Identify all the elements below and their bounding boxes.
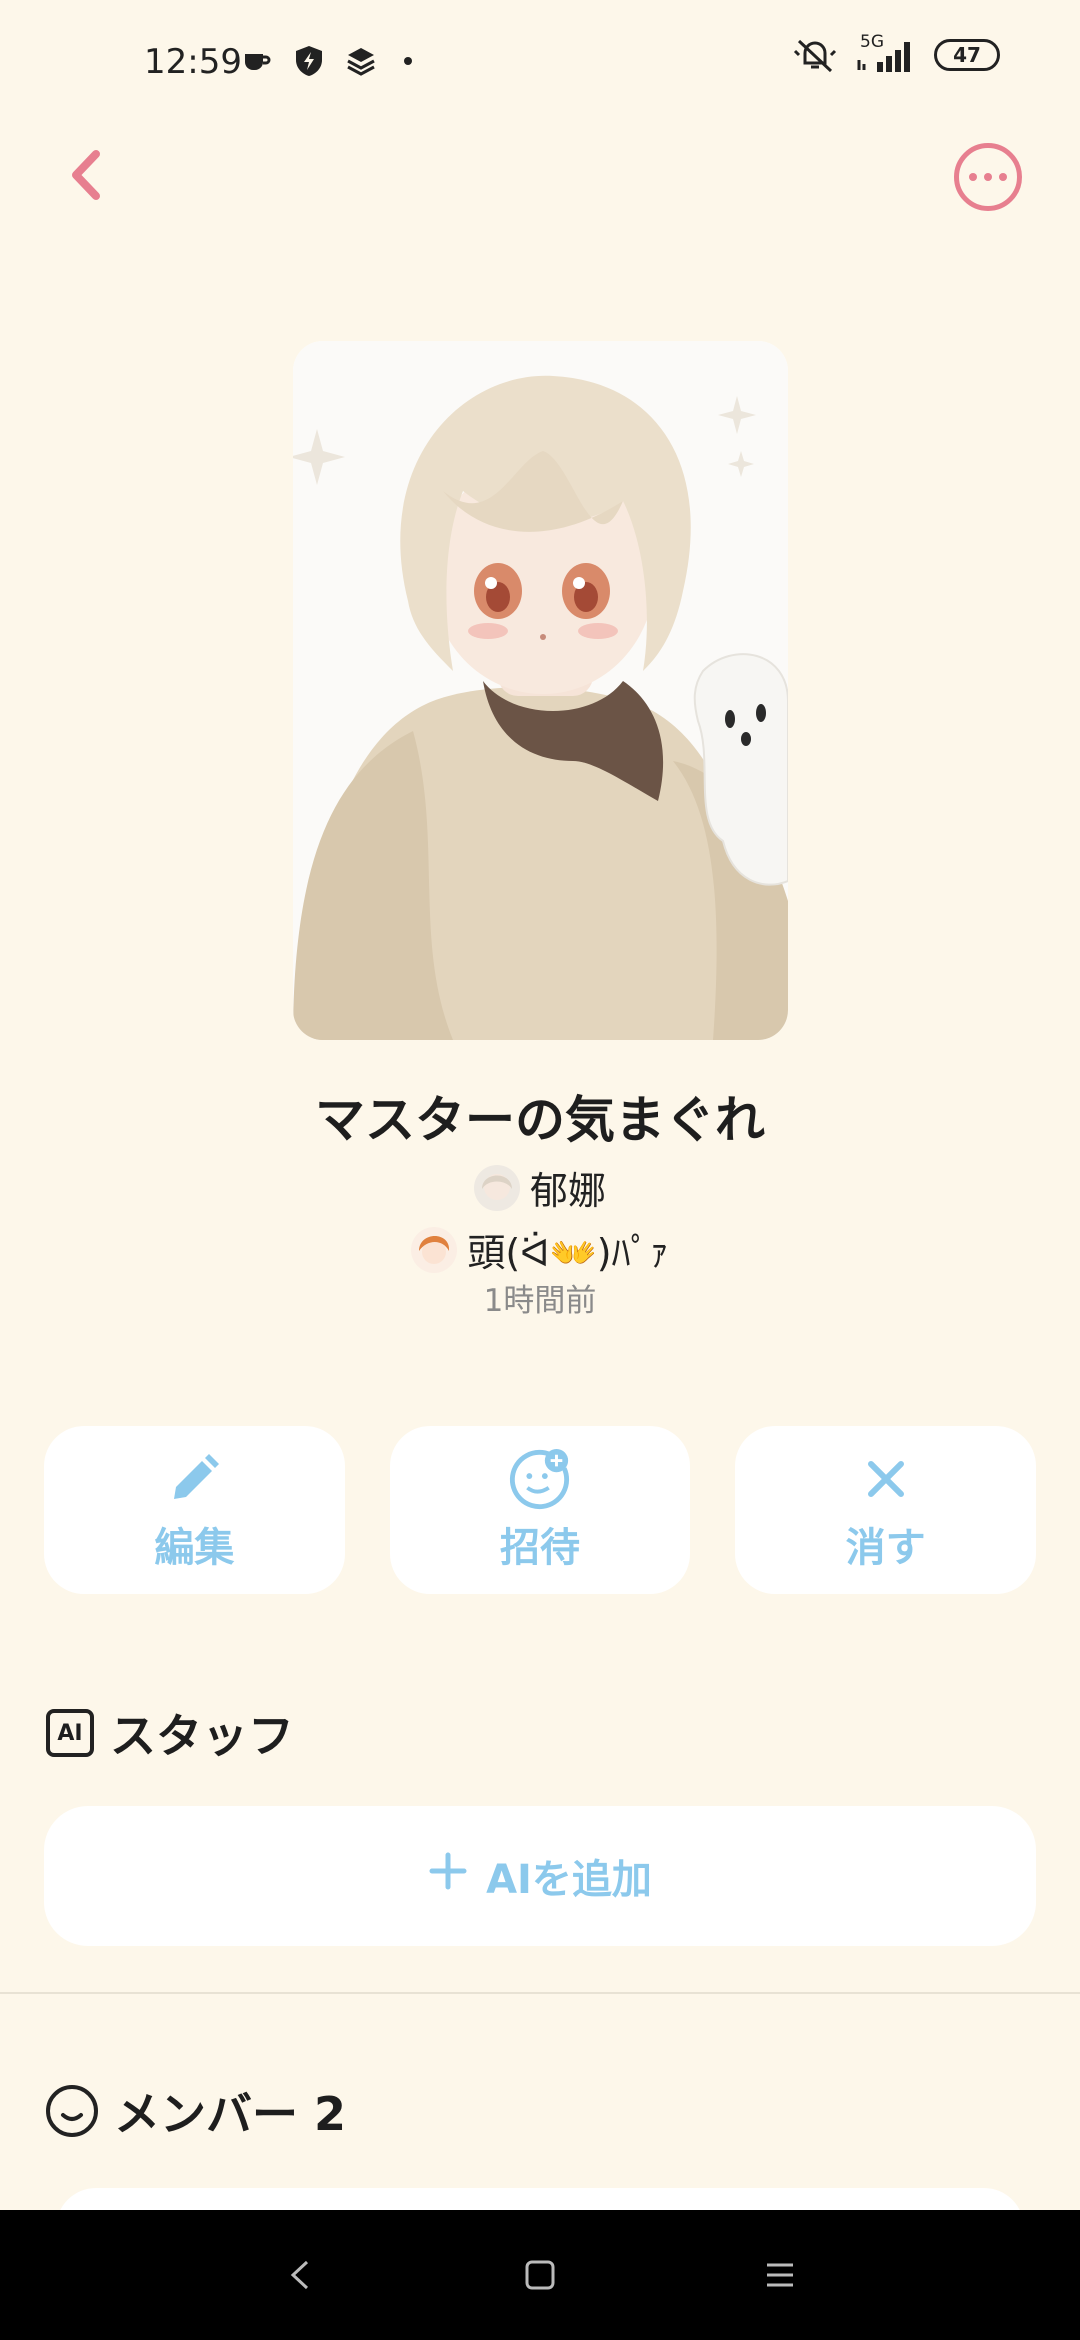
invite-button[interactable]: 招待 — [389, 1426, 691, 1594]
edit-button[interactable]: 編集 — [44, 1426, 345, 1594]
chat-title: マスターの気まぐれ — [315, 1091, 765, 1149]
avatar — [411, 1226, 458, 1273]
more-horizontal-icon — [969, 173, 977, 181]
staff-section-header: AI スタッフ — [46, 1700, 294, 1766]
bell-off-icon — [792, 38, 838, 73]
section-divider — [0, 1992, 1080, 1994]
add-ai-button[interactable]: AIを追加 — [44, 1806, 1036, 1946]
owner-row[interactable]: 郁娜 — [0, 1160, 1080, 1215]
system-nav-bar — [0, 2210, 1080, 2340]
chat-cover-image[interactable] — [293, 341, 788, 1040]
edit-label: 編集 — [154, 1525, 235, 1571]
last-updated-time: 1時間前 — [483, 1283, 597, 1319]
back-button[interactable] — [58, 140, 118, 210]
delete-button[interactable]: 消す — [735, 1426, 1037, 1594]
members-section-header: メンバー 2 — [46, 2078, 346, 2144]
members-heading: メンバー 2 — [114, 2087, 347, 2141]
add-friend-icon — [508, 1447, 572, 1511]
owner-name: 郁娜 — [529, 1169, 606, 1213]
delete-label: 消す — [845, 1525, 926, 1571]
invite-label: 招待 — [500, 1525, 580, 1571]
action-buttons: 編集 招待 消す — [44, 1426, 1037, 1594]
ai-icon: AI — [46, 1709, 94, 1757]
more-options-button[interactable] — [954, 143, 1022, 211]
status-icons-right: 5G 47 — [792, 32, 1000, 73]
plus-icon — [428, 1851, 468, 1901]
nav-home-icon[interactable] — [520, 2255, 560, 2295]
nav-back-icon[interactable] — [280, 2255, 320, 2295]
dot-icon — [404, 57, 412, 65]
character-illustration — [293, 341, 788, 1040]
pencil-icon — [162, 1447, 226, 1511]
nav-menu-icon[interactable] — [760, 2255, 800, 2295]
close-icon — [854, 1447, 918, 1511]
member-name: 頭(ᐛ👐)ﾊﾟｧ — [467, 1231, 669, 1275]
battery-icon: 47 — [934, 39, 1000, 71]
signal-icon: 5G — [854, 32, 918, 72]
status-icons-left — [240, 44, 412, 78]
coffee-icon — [240, 44, 274, 78]
layers-icon — [344, 44, 378, 78]
add-ai-label: AIを追加 — [486, 1857, 652, 1903]
status-time: 12:59 — [144, 42, 242, 82]
member-row[interactable]: 頭(ᐛ👐)ﾊﾟｧ — [0, 1222, 1080, 1277]
staff-heading: スタッフ — [110, 1709, 294, 1763]
smile-icon — [46, 2085, 98, 2137]
network-type: 5G — [860, 32, 884, 52]
status-bar: 12:59 5G 47 — [0, 0, 1080, 130]
avatar — [473, 1164, 520, 1211]
chevron-left-icon — [72, 150, 100, 200]
shield-bolt-icon — [292, 44, 326, 78]
